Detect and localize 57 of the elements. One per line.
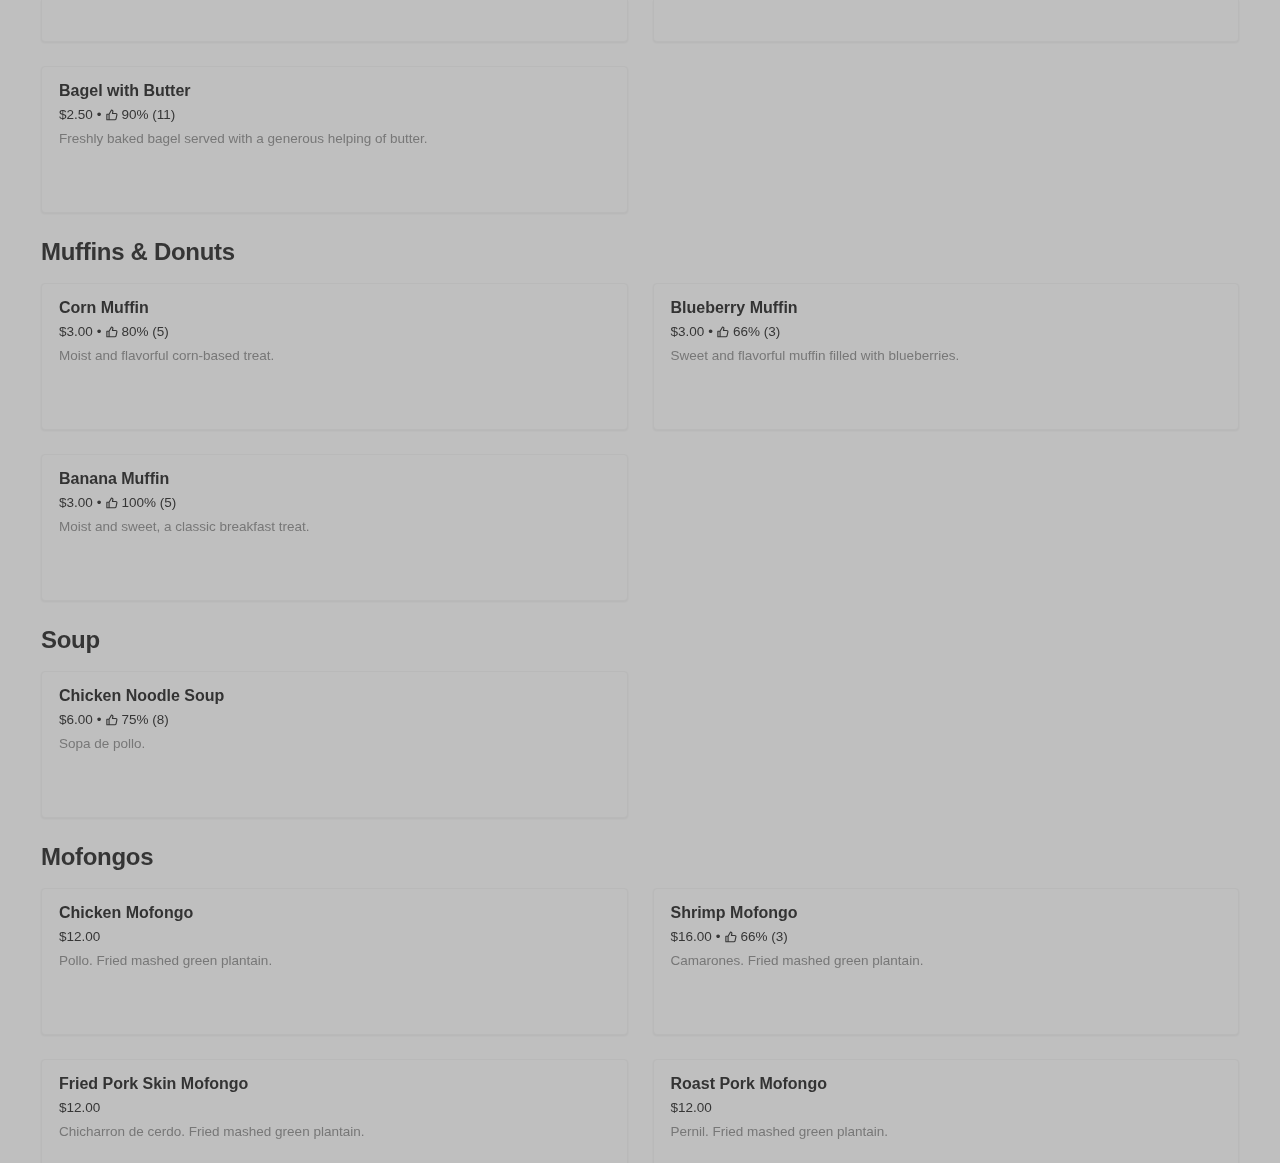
section-heading: Mofongos — [41, 842, 155, 872]
rating-text: 66% (3) — [740, 928, 788, 946]
item-price: $2.50 — [59, 106, 93, 124]
item-name: Blueberry Muffin — [670, 298, 799, 318]
menu-item-card[interactable]: Banana Muffin $3.00 • 100% (5) Moist and sweet, a classic breakfast treat. — [41, 454, 628, 601]
bullet-separator: • — [96, 711, 102, 729]
item-description: Pernil. Fried mashed green plantain. — [670, 1123, 890, 1141]
menu-item-card[interactable]: Bagel with Butter $2.50 • 90% (11) Freshly baked bagel served with a generous helping of butter. — [41, 66, 628, 213]
item-name: Corn Muffin — [59, 298, 150, 318]
item-name: Roast Pork Mofongo — [670, 1074, 828, 1094]
item-description: Sopa de pollo. — [59, 735, 147, 753]
item-description: Sweet and flavorful muffin filled with blueberries. — [670, 347, 961, 365]
thumbs-up-icon — [105, 497, 118, 509]
item-name: Banana Muffin — [59, 469, 171, 489]
thumbs-up-icon — [105, 109, 118, 121]
section-heading: Muffins & Donuts — [41, 237, 236, 267]
item-price: $12.00 — [59, 1099, 101, 1117]
menu-item-card[interactable]: Fried Pork Skin Mofongo $12.00 Chicharron de cerdo. Fried mashed green plantain. — [41, 1059, 628, 1163]
bullet-separator: • — [96, 494, 102, 512]
menu-item-card[interactable]: Shrimp Mofongo $16.00 • 66% (3) Camarones. Fried mashed green plantain. — [652, 888, 1239, 1035]
item-price: $3.00 — [59, 494, 93, 512]
item-price: $3.00 — [670, 323, 705, 341]
item-description: Camarones. Fried mashed green plantain. — [670, 952, 925, 970]
rating-text: 90% (11) — [121, 106, 176, 124]
item-description: Pollo. Fried mashed green plantain. — [59, 952, 274, 970]
menu-item-card[interactable]: Blueberry Muffin $3.00 • 66% (3) Sweet and flavorful muffin filled with blueberries. — [652, 283, 1239, 430]
rating-text: 80% (5) — [121, 323, 169, 341]
menu-item-card[interactable]: Chicken Noodle Soup $6.00 • 75% (8) Sopa de pollo. — [41, 671, 628, 818]
item-price: $12.00 — [59, 928, 101, 946]
thumbs-up-icon — [717, 326, 730, 338]
item-price: $6.00 — [59, 711, 93, 729]
rating-text: 75% (8) — [121, 711, 169, 729]
item-description: Moist and flavorful corn-based treat. — [59, 347, 276, 365]
bullet-separator: • — [708, 323, 714, 341]
bullet-separator: • — [96, 106, 102, 124]
section-heading: Soup — [41, 625, 101, 655]
thumbs-up-icon — [724, 931, 737, 943]
menu-item-card[interactable]: Corn Muffin $3.00 • 80% (5) Moist and flavorful corn-based treat. — [41, 283, 628, 430]
item-name: Shrimp Mofongo — [670, 903, 799, 923]
item-description: Moist and sweet, a classic breakfast treat. — [59, 518, 311, 536]
menu-item-card[interactable]: Chicken Mofongo $12.00 Pollo. Fried mashed green plantain. — [41, 888, 628, 1035]
item-description: Chicharron de cerdo. Fried mashed green plantain. — [59, 1123, 366, 1141]
bullet-separator: • — [715, 928, 721, 946]
item-name: Bagel with Butter — [59, 81, 192, 101]
item-name: Chicken Mofongo — [59, 903, 195, 923]
item-description: Freshly baked bagel served with a generous helping of butter. — [59, 130, 429, 148]
rating-text: 100% (5) — [121, 494, 177, 512]
menu-item-card[interactable]: Roast Pork Mofongo $12.00 Pernil. Fried mashed green plantain. — [652, 1059, 1239, 1163]
bullet-separator: • — [96, 323, 102, 341]
item-name: Chicken Noodle Soup — [59, 686, 226, 706]
rating-text: 66% (3) — [733, 323, 781, 341]
item-price: $3.00 — [59, 323, 93, 341]
item-price: $12.00 — [670, 1099, 712, 1117]
thumbs-up-icon — [105, 326, 118, 338]
item-name: Fried Pork Skin Mofongo — [59, 1074, 250, 1094]
thumbs-up-icon — [105, 714, 118, 726]
item-price: $16.00 — [670, 928, 712, 946]
